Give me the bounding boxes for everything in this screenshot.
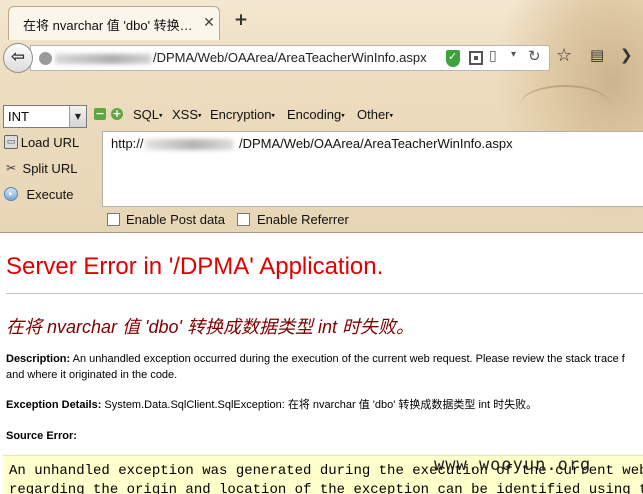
menu-other[interactable]: Other▾	[357, 107, 393, 122]
chevron-down-icon: ▾	[341, 112, 345, 120]
execute-button[interactable]: ▸ Execute	[0, 183, 100, 207]
menu-encryption[interactable]: Encryption▾	[210, 107, 275, 122]
close-tab-icon[interactable]: ✕	[201, 15, 217, 31]
chevron-down-icon: ▾	[159, 112, 163, 120]
enable-referrer-checkbox[interactable]	[237, 213, 250, 226]
chevron-down-icon: ▾	[271, 112, 275, 120]
hackbar-options: Enable Post data Enable Referrer	[0, 210, 643, 232]
page-content: Server Error in '/DPMA' Application. 在将 …	[0, 233, 643, 494]
bookmark-star-icon[interactable]: ☆	[556, 45, 572, 66]
type-select[interactable]: INT ▼	[3, 105, 87, 128]
shield-icon[interactable]	[446, 50, 460, 67]
menu-xss[interactable]: XSS▾	[172, 107, 202, 122]
description-label: Description:	[6, 353, 71, 365]
url-dropdown-icon[interactable]: ▾	[511, 49, 516, 60]
split-url-label: Split URL	[22, 161, 78, 176]
address-bar[interactable]: /DPMA/Web/OAArea/AreaTeacherWinInfo.aspx…	[30, 45, 550, 71]
library-icon[interactable]: ▤	[590, 46, 604, 64]
error-message: 在将 nvarchar 值 'dbo' 转换成数据类型 int 时失败。	[6, 317, 414, 337]
qr-code-icon[interactable]	[469, 51, 483, 65]
split-url-button[interactable]: ✂ Split URL	[0, 157, 100, 181]
menu-sql[interactable]: SQL▾	[133, 107, 163, 122]
chevron-down-icon: ▾	[389, 112, 394, 120]
menu-encoding[interactable]: Encoding▾	[287, 107, 345, 122]
source-error-label: Source Error:	[6, 430, 77, 442]
menu-sql-label: SQL	[133, 107, 160, 122]
load-url-label: Load URL	[20, 135, 80, 150]
page-title: Server Error in '/DPMA' Application.	[6, 253, 384, 280]
back-button[interactable]: ⇦	[3, 43, 33, 73]
exception-text: System.Data.SqlClient.SqlException: 在将 n…	[104, 399, 538, 411]
watermark: www.wooyun.org	[434, 455, 592, 475]
increase-button[interactable]: +	[111, 108, 123, 120]
active-tab[interactable]: 在将 nvarchar 值 'dbo' 转换… ✕	[8, 6, 220, 40]
menu-xss-label: XSS	[172, 107, 199, 122]
exception-block: Exception Details: System.Data.SqlClient…	[6, 397, 643, 413]
reader-view-icon[interactable]: ▯	[489, 48, 497, 64]
hackbar-url-prefix: http://	[111, 136, 144, 151]
type-select-value: INT	[8, 109, 29, 124]
new-tab-button[interactable]: +	[232, 11, 250, 29]
chevron-down-icon: ▾	[198, 112, 202, 120]
enable-post-label: Enable Post data	[126, 212, 226, 227]
select-arrow-icon: ▼	[69, 106, 86, 127]
exception-label: Exception Details:	[6, 399, 102, 411]
hackbar-url-path: /DPMA/Web/OAArea/AreaTeacherWinInfo.aspx	[239, 136, 513, 151]
hackbar-actions: ▭ Load URL ✂ Split URL ▸ Execute	[0, 130, 100, 208]
reload-icon[interactable]: ↻	[528, 47, 541, 65]
enable-referrer-label: Enable Referrer	[257, 212, 349, 227]
source-error-block: Source Error:	[6, 428, 643, 444]
globe-icon	[39, 52, 52, 65]
hackbar-url-input[interactable]: http:// /DPMA/Web/OAArea/AreaTeacherWinI…	[102, 131, 643, 207]
browser-chrome: 在将 nvarchar 值 'dbo' 转换… ✕ + /DPMA/Web/OA…	[0, 0, 643, 232]
enable-post-checkbox[interactable]	[107, 213, 120, 226]
execute-label: Execute	[26, 187, 74, 202]
description-block: Description: An unhandled exception occu…	[6, 351, 643, 383]
load-url-button[interactable]: ▭ Load URL	[0, 131, 100, 155]
navigation-bar: /DPMA/Web/OAArea/AreaTeacherWinInfo.aspx…	[0, 40, 643, 76]
decrease-button[interactable]: −	[94, 108, 106, 120]
tab-bar: 在将 nvarchar 值 'dbo' 转换… ✕ +	[0, 0, 643, 40]
code-line: regarding the origin and location of the…	[9, 482, 643, 494]
menu-encryption-label: Encryption	[210, 107, 272, 122]
menu-encoding-label: Encoding	[287, 107, 342, 122]
overflow-menu-icon[interactable]: ❯	[620, 46, 633, 64]
redacted-host	[55, 54, 151, 64]
redacted-host	[145, 139, 233, 150]
hackbar-toolbar: INT ▼ − + SQL▾ XSS▾ Encryption▾ Encoding…	[0, 103, 643, 129]
menu-other-label: Other	[357, 107, 390, 122]
tab-title: 在将 nvarchar 值 'dbo' 转换…	[23, 18, 193, 33]
address-bar-url: /DPMA/Web/OAArea/AreaTeacherWinInfo.aspx	[153, 50, 427, 65]
divider	[6, 293, 643, 294]
description-line1: An unhandled exception occurred during t…	[72, 353, 625, 365]
description-line2: and where it originated in the code.	[6, 369, 178, 381]
